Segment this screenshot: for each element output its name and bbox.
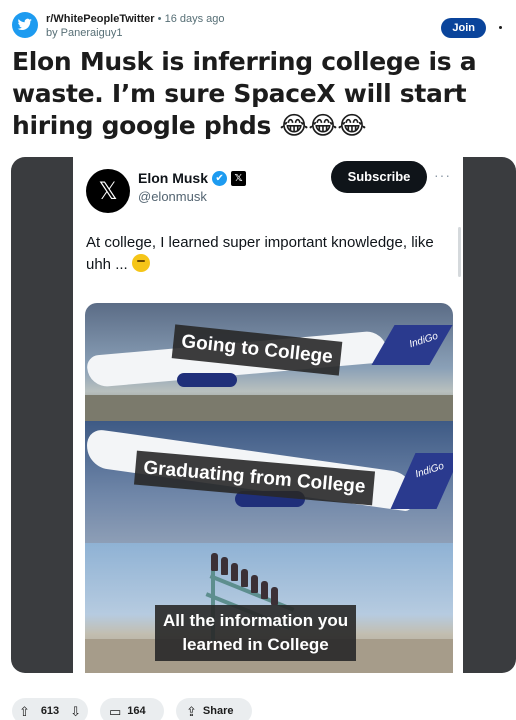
bird-icon: [17, 18, 32, 30]
post-author[interactable]: by Paneraiguy1: [46, 26, 225, 40]
post-title[interactable]: Elon Musk is inferring college is a wast…: [12, 46, 492, 142]
share-label: Share: [202, 705, 234, 717]
tweet-author-name: Elon Musk: [138, 170, 209, 186]
meme-caption-3-line2: learned in College: [182, 635, 329, 654]
tweet-text: At college, I learned super important kn…: [86, 232, 458, 276]
tweet-handle: @elonmusk: [138, 189, 207, 204]
overflow-menu-icon[interactable]: [499, 26, 502, 29]
meme-caption-3: All the information you learned in Colle…: [155, 605, 357, 661]
x-logo-icon: 𝕏: [231, 170, 247, 186]
tweet-author-row: Elon Musk ✔ 𝕏: [138, 170, 247, 186]
subreddit-link[interactable]: r/WhitePeopleTwitter: [46, 13, 155, 25]
thinking-face-icon: [131, 254, 150, 272]
downvote-icon[interactable]: ⇩: [70, 705, 81, 718]
share-button[interactable]: ⇪ Share: [176, 698, 252, 720]
post-age: 16 days ago: [164, 13, 225, 25]
meme-panel-takeoff: IndiGo Going to College: [85, 303, 453, 421]
post-meta: r/WhitePeopleTwitter • 16 days ago by Pa…: [46, 12, 225, 40]
meme-panel-stairs: All the information you learned in Colle…: [85, 543, 453, 673]
subreddit-avatar-icon[interactable]: [12, 12, 38, 38]
runway-shape: [85, 395, 453, 421]
join-button[interactable]: Join: [441, 18, 486, 38]
tweet-avatar: 𝕏: [86, 169, 130, 213]
share-icon: ⇪: [186, 703, 197, 719]
tweet-more-icon: ···: [434, 167, 451, 183]
post-header: r/WhitePeopleTwitter • 16 days ago by Pa…: [12, 12, 504, 42]
vote-count: 613: [40, 705, 60, 717]
meme-caption-3-line1: All the information you: [163, 611, 349, 630]
meta-separator: •: [157, 13, 162, 25]
post-image[interactable]: 𝕏 Elon Musk ✔ 𝕏 @elonmusk Subscribe ··· …: [11, 157, 516, 673]
comment-icon: ▭: [109, 703, 122, 719]
tweet-scroll-indicator: [458, 227, 461, 277]
meme-panel-flying: IndiGo Graduating from College: [85, 421, 453, 543]
tweet-card: 𝕏 Elon Musk ✔ 𝕏 @elonmusk Subscribe ··· …: [73, 157, 463, 673]
upvote-icon[interactable]: ⇧: [19, 705, 30, 718]
vote-control: ⇧ 613 ⇩: [12, 698, 88, 720]
post-action-bar: ⇧ 613 ⇩ ▭ 164 ⇪ Share: [12, 698, 312, 720]
comments-button[interactable]: ▭ 164: [100, 698, 164, 720]
comment-count: 164: [127, 705, 146, 717]
post-meta-line: r/WhitePeopleTwitter • 16 days ago: [46, 12, 225, 26]
verified-badge-icon: ✔: [212, 170, 228, 186]
subscribe-button: Subscribe: [331, 161, 427, 193]
meme-image: IndiGo Going to College IndiGo Graduatin…: [85, 303, 453, 673]
